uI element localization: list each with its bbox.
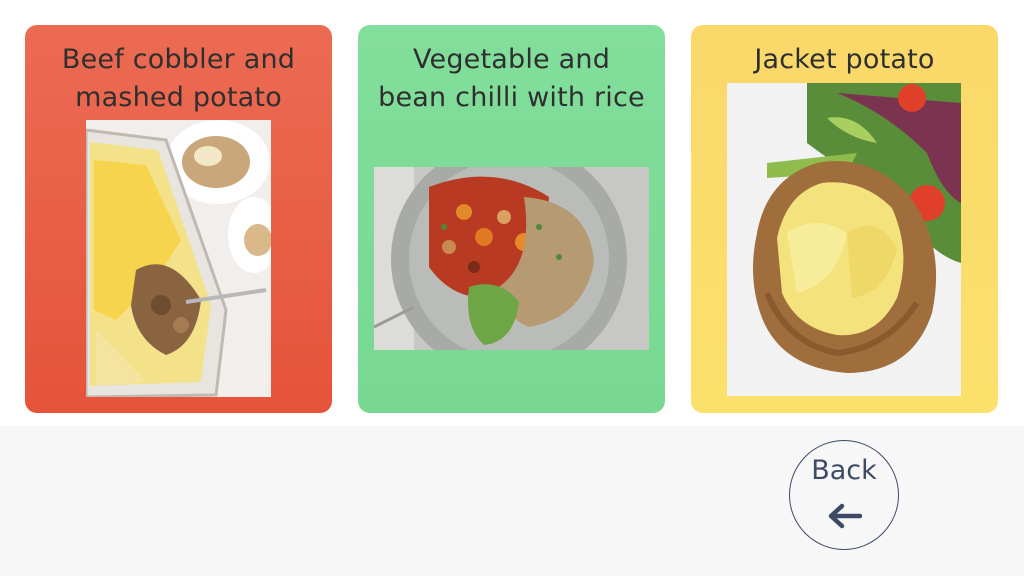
option-card-jacket-potato[interactable]: Jacket potato [691,25,998,413]
option-title: Vegetable and bean chilli with rice [378,44,645,113]
arrow-left-icon [828,503,862,529]
beef-cobbler-photo [86,120,271,397]
jacket-potato-photo [727,83,961,396]
back-button[interactable]: Back [789,440,899,550]
option-card-vegetable-chilli[interactable]: Vegetable and bean chilli with rice [358,25,665,413]
option-title: Beef cobbler and mashed potato [61,44,296,113]
back-button-label: Back [811,455,877,486]
vegetable-chilli-photo [374,167,649,350]
option-card-beef-cobbler[interactable]: Beef cobbler and mashed potato [25,25,332,413]
option-title: Jacket potato [754,44,935,75]
